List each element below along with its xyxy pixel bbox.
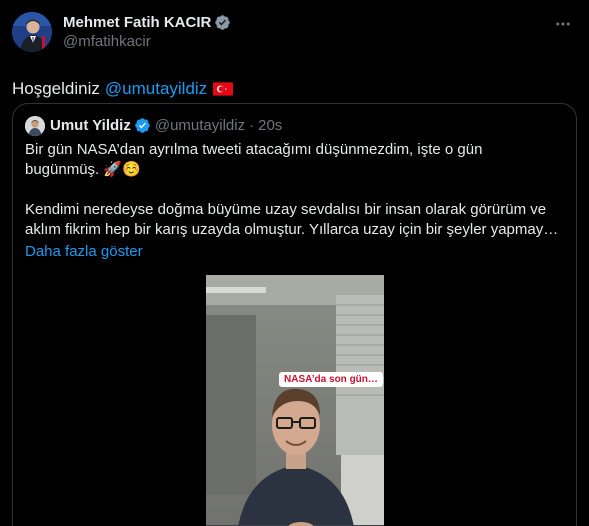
video-thumbnail[interactable]: NASA’da son gün… xyxy=(206,275,384,526)
tweet-header: Mehmet Fatih KACIR @mfatihkacir xyxy=(12,12,577,62)
author-avatar[interactable] xyxy=(12,12,52,52)
quoted-header: Umut Yildiz @umutayildiz · 20s xyxy=(13,104,576,136)
profile-photo-icon xyxy=(25,115,45,136)
quoted-line-1: Bir gün NASA’dan ayrılma tweeti atacağım… xyxy=(25,141,483,158)
verified-badge-icon xyxy=(215,15,231,30)
tweet-text: Hoşgeldiniz @umutayildiz xyxy=(12,78,577,100)
tweet-body: Hoşgeldiniz xyxy=(12,79,100,98)
video-player[interactable]: NASA’da son gün… xyxy=(13,275,576,526)
more-options-button[interactable] xyxy=(551,12,575,36)
quoted-text: Bir gün NASA’dan ayrılma tweeti atacağım… xyxy=(13,136,576,240)
author-display-name[interactable]: Mehmet Fatih KACIR xyxy=(63,13,211,32)
quoted-display-name[interactable]: Umut Yildiz xyxy=(50,117,131,134)
quoted-tweet-card[interactable]: Umut Yildiz @umutayildiz · 20s Bir gün N… xyxy=(12,103,577,526)
quoted-line-3: Kendimi neredeyse doğma büyüme uzay sevd… xyxy=(25,201,547,218)
quoted-handle[interactable]: @umutayildiz xyxy=(155,117,245,134)
quoted-line-2: bugünmüş. 🚀☺️ xyxy=(25,161,141,178)
profile-photo-icon xyxy=(12,12,52,52)
tweet[interactable]: Mehmet Fatih KACIR @mfatihkacir Hoşgeldi… xyxy=(0,0,589,526)
author-handle[interactable]: @mfatihkacir xyxy=(63,32,231,51)
author-names: Mehmet Fatih KACIR @mfatihkacir xyxy=(63,13,231,51)
quoted-avatar[interactable] xyxy=(25,115,45,136)
quoted-timestamp[interactable]: 20s xyxy=(258,117,282,134)
show-more-link[interactable]: Daha fazla göster xyxy=(13,242,155,262)
turkey-flag-icon xyxy=(213,82,234,96)
video-frame-image xyxy=(206,275,384,526)
more-horizontal-icon xyxy=(556,22,570,26)
quoted-line-4: aklım fikrim hep bir karış uzayda olmuşt… xyxy=(25,221,559,238)
separator-dot: · xyxy=(249,117,255,134)
verified-badge-icon xyxy=(135,118,150,133)
video-caption-badge: NASA’da son gün… xyxy=(279,372,383,387)
mention-link[interactable]: @umutayildiz xyxy=(105,78,207,100)
